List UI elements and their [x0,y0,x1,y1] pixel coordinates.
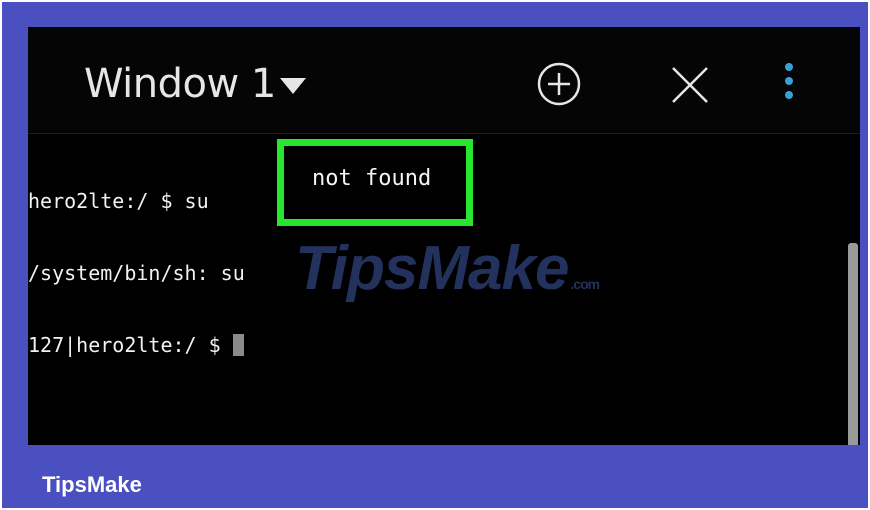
app-toolbar: Window 1 [28,27,860,134]
window-selector-dropdown[interactable]: Window 1 [84,61,306,107]
error-message: not found [312,166,432,191]
new-window-button[interactable] [536,61,582,107]
plus-circle-icon [537,62,581,106]
watermark-logo: TipsMake .com [295,233,600,304]
terminal-line: 127|hero2lte:/ $ [28,333,848,357]
watermark-brand: TipsMake [295,234,569,303]
terminal-app-screen: Window 1 hero2lte:/ $ su /system/bin/sh:… [28,27,860,445]
dropdown-caret-icon [279,78,306,94]
caption-label: TipsMake [42,472,142,497]
error-highlight-box: not found [277,139,473,226]
terminal-scrollbar[interactable] [848,243,858,445]
kebab-menu-icon [785,63,793,99]
terminal-prompt: 127|hero2lte:/ $ [28,333,233,357]
text-cursor [232,334,244,356]
watermark-tld: .com [570,276,600,292]
window-title: Window 1 [84,61,276,107]
close-icon [672,67,708,103]
overflow-menu-button[interactable] [776,59,802,109]
close-window-button[interactable] [668,63,712,107]
